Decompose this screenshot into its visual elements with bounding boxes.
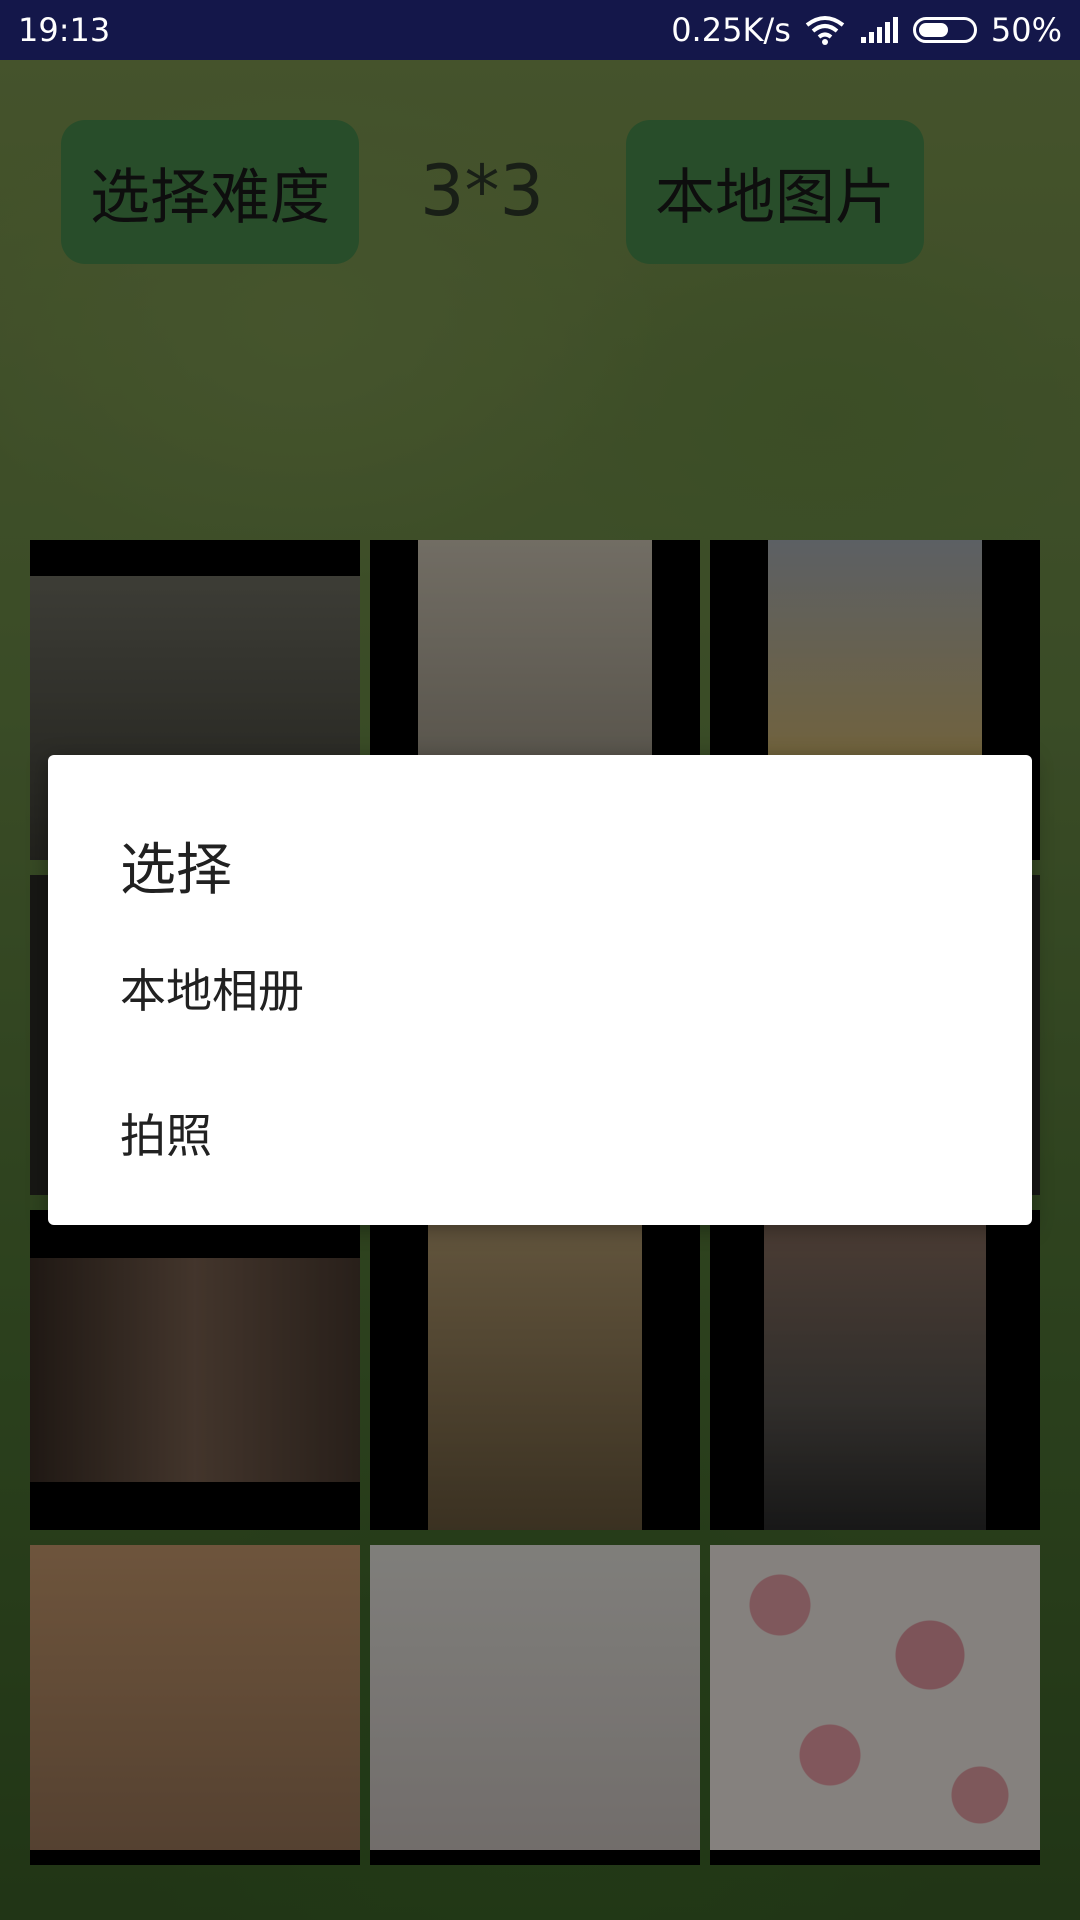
- wifi-icon: [805, 16, 845, 45]
- battery-icon: [912, 17, 977, 43]
- option-local-album[interactable]: 本地相册: [120, 955, 304, 1021]
- battery-percent: 50%: [990, 11, 1062, 49]
- option-take-photo[interactable]: 拍照: [120, 1100, 212, 1166]
- signal-icon: [860, 17, 898, 43]
- dialog-title: 选择: [120, 838, 232, 903]
- status-time: 19:13: [18, 11, 111, 49]
- net-speed: 0.25K/s: [671, 11, 791, 49]
- status-right: 0.25K/s 50%: [671, 11, 1062, 49]
- select-dialog: 选择 本地相册 拍照: [48, 755, 1032, 1225]
- status-bar: 19:13 0.25K/s 50%: [0, 0, 1080, 60]
